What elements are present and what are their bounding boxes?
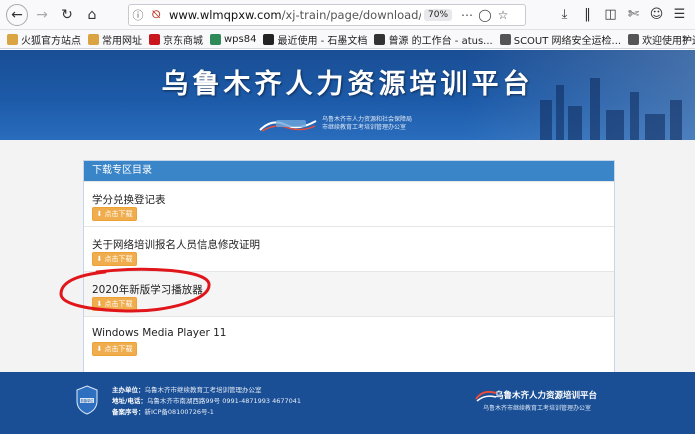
bookmark-item[interactable]: 常用网址	[88, 32, 142, 47]
download-button-label: 点击下载	[104, 345, 133, 353]
banner-org-text: 乌鲁木齐市人力资源和社会保障局 市继续教育工考培训管理办公室	[322, 116, 412, 132]
home-icon[interactable]: ⌂	[81, 4, 103, 26]
bookmark-item[interactable]: wps84	[210, 33, 257, 45]
globe-icon	[499, 33, 511, 45]
building-silhouette	[645, 114, 665, 140]
sponsor-label: 主办单位：	[112, 386, 145, 394]
bookmark-label: 最近使用 - 石墨文档	[277, 35, 368, 47]
download-item: 学分兑换登记表 ⬇ 点击下载	[84, 181, 614, 226]
forward-arrow-icon[interactable]: →	[31, 4, 53, 26]
more-actions-icon[interactable]: ⋯	[458, 8, 476, 22]
browser-toolbar: ← → ↻ ⌂ ⓘ ⦰ www.wlmqpxw.com/xj-train/pag…	[0, 0, 695, 30]
bookmark-label: 常用网址	[102, 35, 142, 47]
shimo-icon	[263, 33, 275, 45]
address-text: 乌鲁木齐市南湖西路99号 0991-4871993 4677041	[146, 397, 302, 405]
building-silhouette	[568, 106, 582, 140]
banner-org-line1: 乌鲁木齐市人力资源和社会保障局	[322, 116, 413, 123]
site-footer: 新疆单位 主办单位：乌鲁木齐市继续教育工考培训管理办公室 地址/电话：乌鲁木齐市…	[0, 372, 695, 434]
footer-logo: 乌鲁木齐人力资源培训平台 乌鲁木齐市继续教育工考培训管理办公室	[475, 387, 625, 417]
download-item: 2020年新版学习播放器 ⬇ 点击下载	[84, 271, 614, 316]
site-title: 乌鲁木齐人力资源培训平台	[161, 69, 534, 100]
folder-icon	[7, 33, 18, 45]
icp-label: 备案序号：	[112, 408, 145, 416]
building-silhouette	[670, 100, 682, 140]
bookmark-item[interactable]: 京东商城	[149, 32, 203, 47]
v-icon	[210, 33, 221, 45]
globe-icon	[628, 33, 640, 45]
bookmark-item[interactable]: 曾源 的工作台 - atus...	[374, 32, 493, 47]
menu-icon[interactable]: ☰	[668, 4, 691, 26]
more-bookmarks-icon[interactable]: »	[682, 31, 689, 45]
download-icon[interactable]: ⤓	[553, 4, 576, 26]
page-info-icon[interactable]: ⓘ	[129, 7, 147, 23]
url-path: /xj-train/page/download/download.h	[281, 8, 421, 22]
footer-logo-title: 乌鲁木齐人力资源培训平台	[495, 391, 598, 401]
banner-org-line2: 市继续教育工考培训管理办公室	[322, 124, 407, 131]
download-button-label: 点击下载	[104, 255, 133, 263]
bookmark-label: 京东商城	[163, 35, 203, 47]
download-arrow-icon: ⬇	[96, 210, 105, 218]
address-bar[interactable]: ⓘ ⦰ www.wlmqpxw.com/xj-train/page/downlo…	[128, 4, 526, 26]
download-arrow-icon: ⬇	[96, 300, 105, 308]
bookmarks-bar: 火狐官方站点 常用网址 京东商城 wps84 最近使用 - 石墨文档 曾源 的工作台 - …	[0, 30, 695, 49]
reload-icon[interactable]: ↻	[56, 4, 78, 26]
icp-link[interactable]: 新ICP备08100726号-1	[145, 408, 214, 416]
panel-header: 下载专区目录	[84, 161, 614, 181]
download-panel: 下载专区目录 学分兑换登记表 ⬇ 点击下载 关于网络培训报名人员信息修改证明 ⬇ 点击…	[83, 160, 615, 372]
sponsor-text: 乌鲁木齐市继续教育工考培训管理办公室	[144, 386, 262, 394]
download-item: 关于网络培训报名人员信息修改证明 ⬇ 点击下载	[84, 226, 614, 271]
badge-text: 新疆单位	[81, 398, 95, 403]
download-item-title: 学分兑换登记表	[92, 194, 166, 206]
url-text[interactable]: www.wlmqpxw.com/xj-train/page/download/d…	[169, 8, 421, 22]
bookmark-label: 曾源 的工作台 - atus...	[388, 35, 493, 47]
bookmark-label: 火狐官方站点	[21, 35, 81, 47]
platform-logo-icon	[259, 120, 317, 132]
insecure-connection-icon[interactable]: ⦰	[147, 8, 165, 22]
bookmark-label: SCOUT 网络安全运检...	[513, 35, 622, 47]
url-host: www.wlmqpxw.com	[169, 8, 282, 22]
jd-icon	[149, 33, 160, 45]
download-item: Windows Media Player 11 ⬇ 点击下载	[84, 316, 614, 361]
download-button-label: 点击下载	[104, 300, 133, 308]
pocket-icon[interactable]: ◯	[476, 8, 494, 22]
government-badge-icon: 新疆单位	[76, 385, 98, 415]
footer-info: 主办单位：乌鲁木齐市继续教育工考培训管理办公室 地址/电话：乌鲁木齐市南湖西路9…	[112, 385, 301, 418]
sidebar-icon[interactable]: ◫	[599, 4, 622, 26]
address-label: 地址/电话：	[112, 397, 147, 405]
download-item-title: 2020年新版学习播放器	[92, 284, 203, 296]
building-silhouette	[540, 100, 552, 140]
bookmark-item[interactable]: 最近使用 - 石墨文档	[263, 32, 367, 47]
building-silhouette	[606, 110, 624, 140]
folder-icon	[88, 33, 99, 45]
screenshot-icon[interactable]: ✄	[622, 4, 645, 26]
download-button[interactable]: ⬇ 点击下载	[92, 297, 137, 311]
account-icon[interactable]: ☺	[645, 4, 668, 26]
footer-logo-icon	[475, 390, 497, 402]
download-item-title: Windows Media Player 11	[92, 327, 227, 339]
footer-logo-subtitle: 乌鲁木齐市继续教育工考培训管理办公室	[483, 405, 592, 412]
download-button[interactable]: ⬇ 点击下载	[92, 342, 137, 356]
bookmark-item[interactable]: SCOUT 网络安全运检...	[499, 32, 622, 47]
site-banner: 乌鲁木齐人力资源培训平台 乌鲁木齐市人力资源和社会保障局 市继续教育工考培训管理…	[0, 50, 695, 140]
bookmark-star-icon[interactable]: ☆	[494, 8, 512, 22]
download-arrow-icon: ⬇	[96, 345, 105, 353]
main-content: 下载专区目录 学分兑换登记表 ⬇ 点击下载 关于网络培训报名人员信息修改证明 ⬇ 点击…	[0, 140, 695, 372]
download-button-label: 点击下载	[104, 210, 133, 218]
library-icon[interactable]: ‖	[576, 4, 599, 26]
back-arrow-icon[interactable]: ←	[6, 3, 28, 26]
download-arrow-icon: ⬇	[96, 255, 105, 263]
bookmark-label: wps84	[224, 33, 257, 45]
bookmark-item[interactable]: 火狐官方站点	[7, 32, 81, 47]
download-button[interactable]: ⬇ 点击下载	[92, 207, 137, 221]
download-button[interactable]: ⬇ 点击下载	[92, 252, 137, 266]
download-item-title: 关于网络培训报名人员信息修改证明	[92, 239, 260, 251]
zoom-indicator[interactable]: 70%	[424, 9, 453, 21]
atus-icon	[374, 33, 386, 45]
